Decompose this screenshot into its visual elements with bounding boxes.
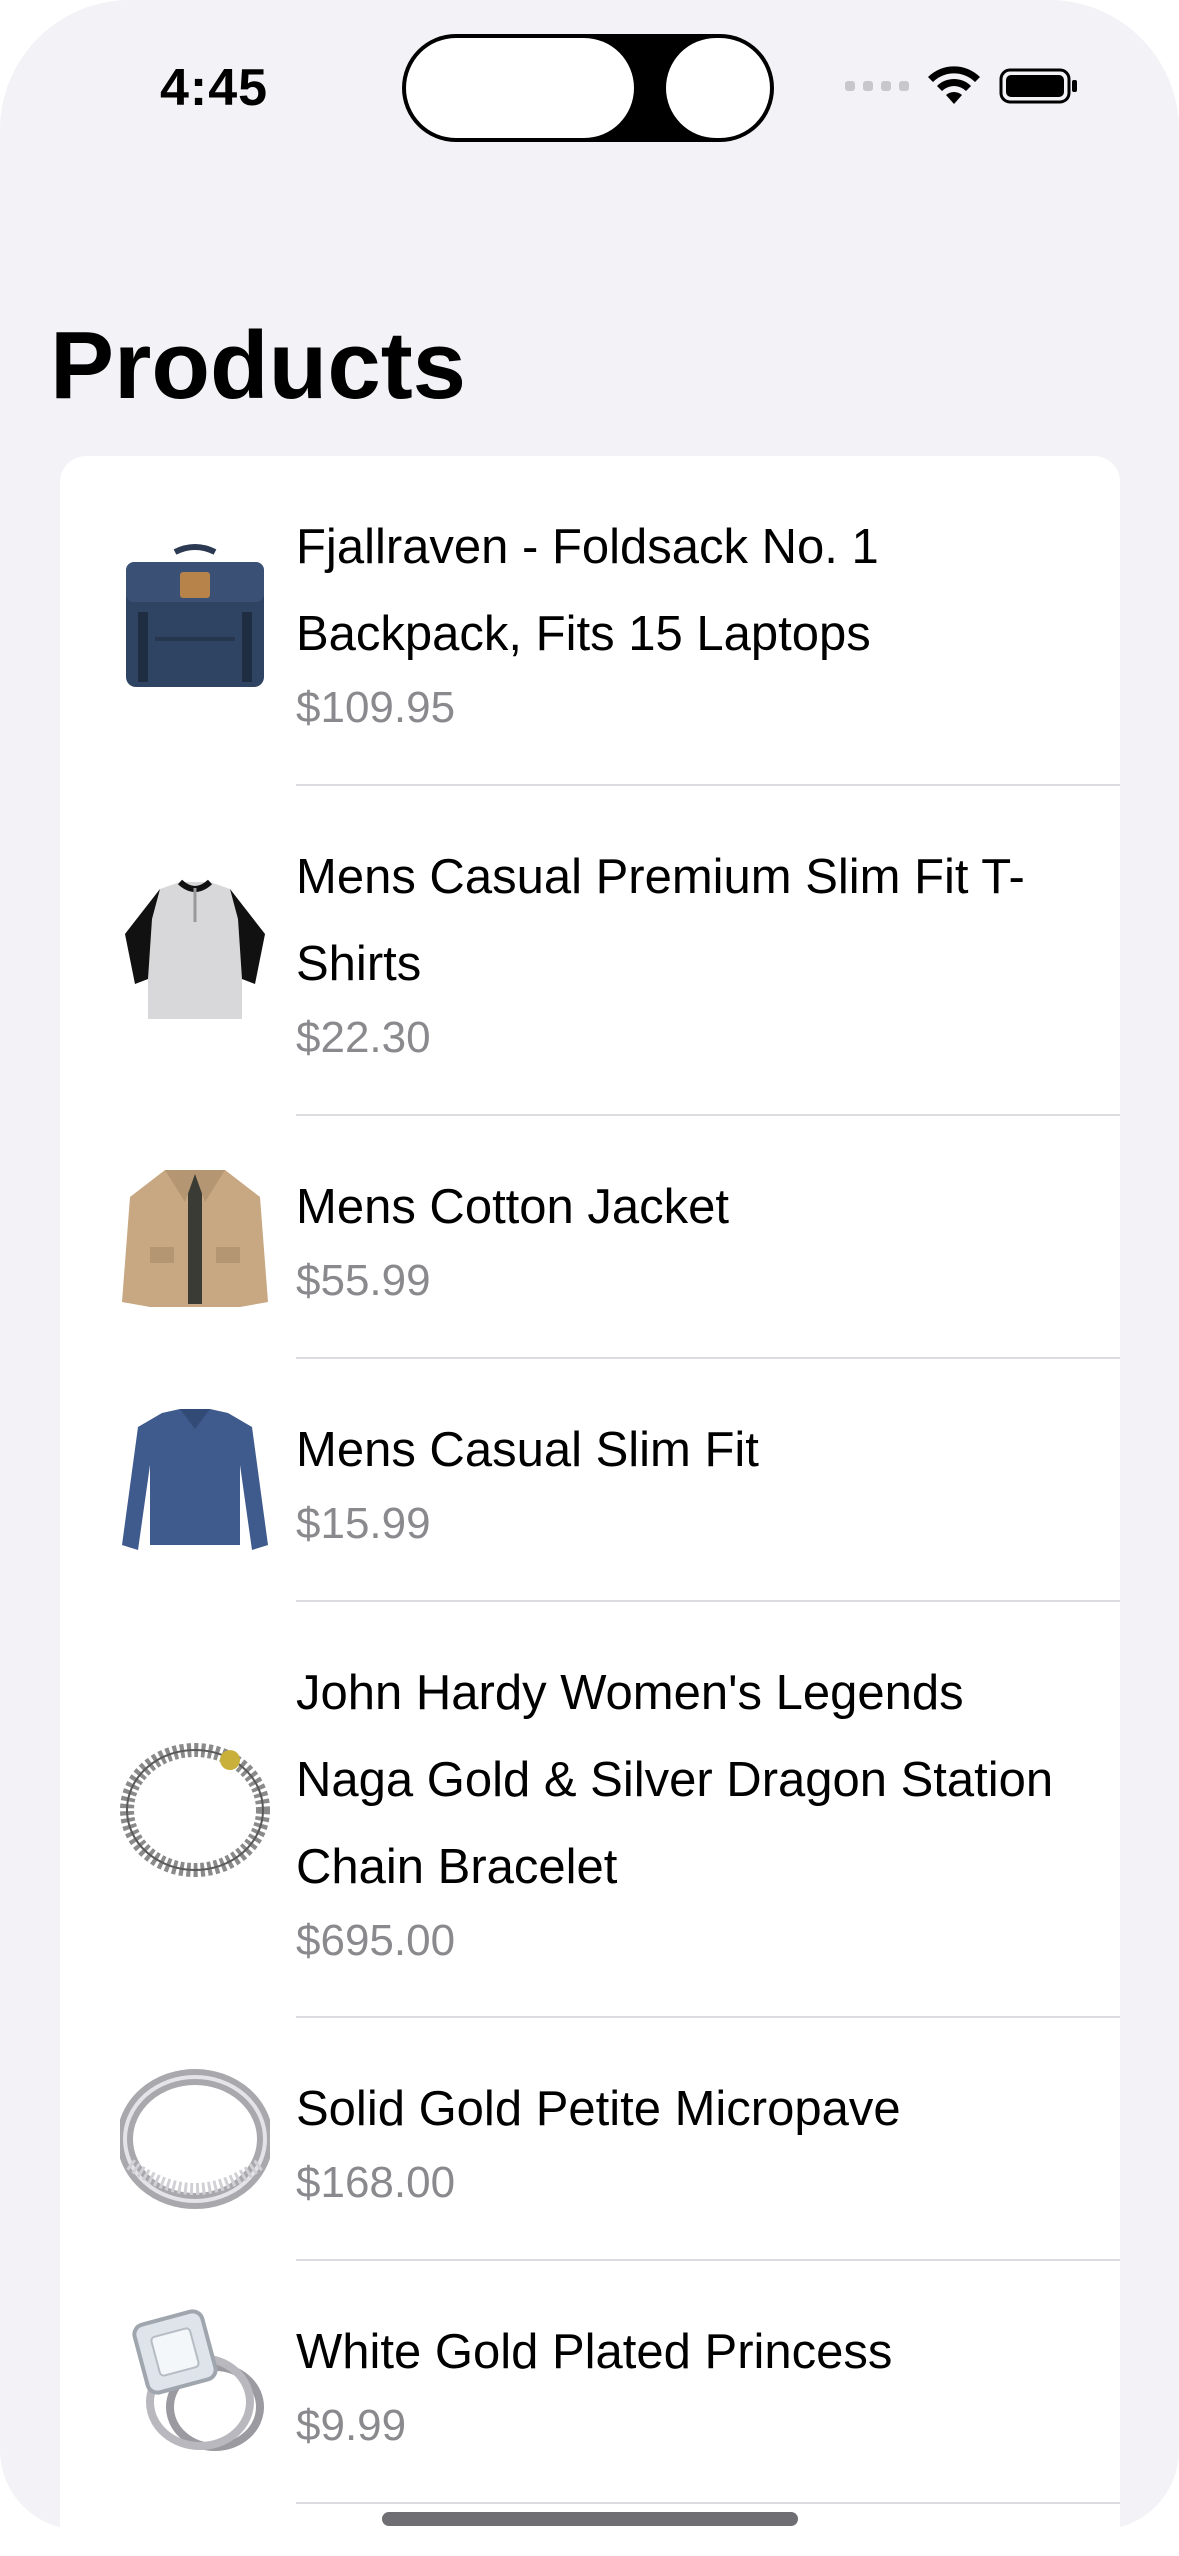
status-time: 4:45: [160, 59, 269, 117]
longsleeve-shirt-image: [122, 1409, 268, 1550]
product-price: $15.99: [296, 1499, 431, 1548]
list-item[interactable]: Mens Casual Premium Slim Fit T-Shirts $2…: [60, 786, 1120, 1116]
separator: [296, 2502, 1120, 2504]
dynamic-island: [402, 34, 774, 142]
ring-image: [120, 2069, 270, 2209]
product-title: Mens Casual Slim Fit: [296, 1423, 759, 1477]
product-title: White Gold Plated Princess: [296, 2325, 893, 2379]
wifi-icon: [928, 66, 980, 104]
backpack-image: [126, 544, 264, 687]
list-item[interactable]: Mens Casual Slim Fit $15.99: [60, 1359, 1120, 1602]
list-item[interactable]: Solid Gold Petite Micropave $168.00: [60, 2018, 1120, 2261]
product-title: Fjallraven - Foldsack No. 1 Backpack, Fi…: [296, 520, 879, 661]
product-title: Mens Casual Premium Slim Fit T-Shirts: [296, 850, 1025, 991]
list-item[interactable]: Mens Cotton Jacket $55.99: [60, 1116, 1120, 1359]
home-indicator[interactable]: [382, 2512, 798, 2526]
product-title: Mens Cotton Jacket: [296, 1180, 730, 1234]
product-price: $9.99: [296, 2401, 407, 2450]
list-item[interactable]: John Hardy Women's Legends Naga Gold & S…: [60, 1602, 1120, 2018]
product-title: Solid Gold Petite Micropave: [296, 2082, 901, 2136]
product-list: Fjallraven - Foldsack No. 1 Backpack, Fi…: [60, 456, 1120, 2530]
list-item[interactable]: Fjallraven - Foldsack No. 1 Backpack, Fi…: [60, 456, 1120, 786]
product-price: $695.00: [296, 1915, 456, 1965]
product-price: $22.30: [296, 1013, 431, 1062]
status-icons: [845, 66, 1079, 106]
product-price: $109.95: [296, 683, 456, 732]
list-item[interactable]: White Gold Plated Princess $9.99: [60, 2261, 1120, 2504]
tshirt-image: [125, 879, 265, 1019]
island-pill: [406, 38, 634, 138]
product-price: $168.00: [296, 2158, 456, 2207]
bracelet-image: [120, 1743, 270, 1877]
page-title: Products: [50, 312, 467, 419]
island-camera: [666, 38, 770, 138]
jacket-image: [122, 1170, 268, 1307]
product-title: John Hardy Women's Legends Naga Gold & S…: [296, 1665, 1054, 1894]
battery-icon: [999, 68, 1077, 104]
cellular-signal-icon: [845, 81, 909, 91]
product-price: $55.99: [296, 1256, 431, 1305]
diamond-ring-image: [132, 2309, 264, 2451]
screen: 4:45 Products Fjallraven - Foldsack No. …: [0, 0, 1179, 2530]
